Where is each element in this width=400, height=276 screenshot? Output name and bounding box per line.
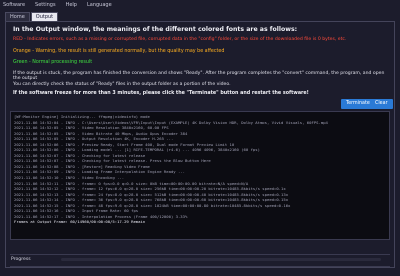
output-log[interactable]: [WF:Monitor Engine] Initializing... ffmp… [10, 111, 390, 240]
divider [10, 266, 390, 267]
tab-home[interactable]: Home [5, 12, 30, 21]
legend-green: Green - Normal processing result [13, 59, 93, 65]
progress-label: Progress [11, 257, 31, 262]
menu-settings[interactable]: Settings [35, 2, 56, 8]
menu-help[interactable]: Help [66, 2, 77, 8]
clear-button[interactable]: Clear [370, 99, 393, 109]
menu-software[interactable]: Software [3, 2, 25, 8]
color-legend: In the Output window, the meanings of th… [13, 25, 389, 96]
freeze-warning: If the software freeze for more than 3 m… [13, 91, 309, 97]
legend-heading: In the Output window, the meanings of th… [13, 26, 298, 33]
tab-output[interactable]: Output [30, 12, 59, 21]
menu-language[interactable]: Language [87, 2, 112, 8]
menu-bar: Software Settings Help Language [0, 0, 400, 9]
legend-orange: Orange - Warning, the result is still ge… [13, 48, 225, 54]
output-panel: In the Output window, the meanings of th… [5, 21, 395, 268]
legend-note: If the output is stuck, the program has … [13, 71, 389, 88]
legend-note-line: If the output is stuck, the program has … [13, 70, 385, 82]
log-line: Frames at Output Frame: 60/14960/00:00:0… [14, 219, 146, 225]
progress-bar [61, 258, 381, 261]
legend-red: RED - Indicates errors, such as a missin… [13, 37, 347, 42]
legend-note-line: You can directly check the status of "Re… [13, 81, 231, 87]
tab-bar: Home Output [5, 12, 59, 21]
